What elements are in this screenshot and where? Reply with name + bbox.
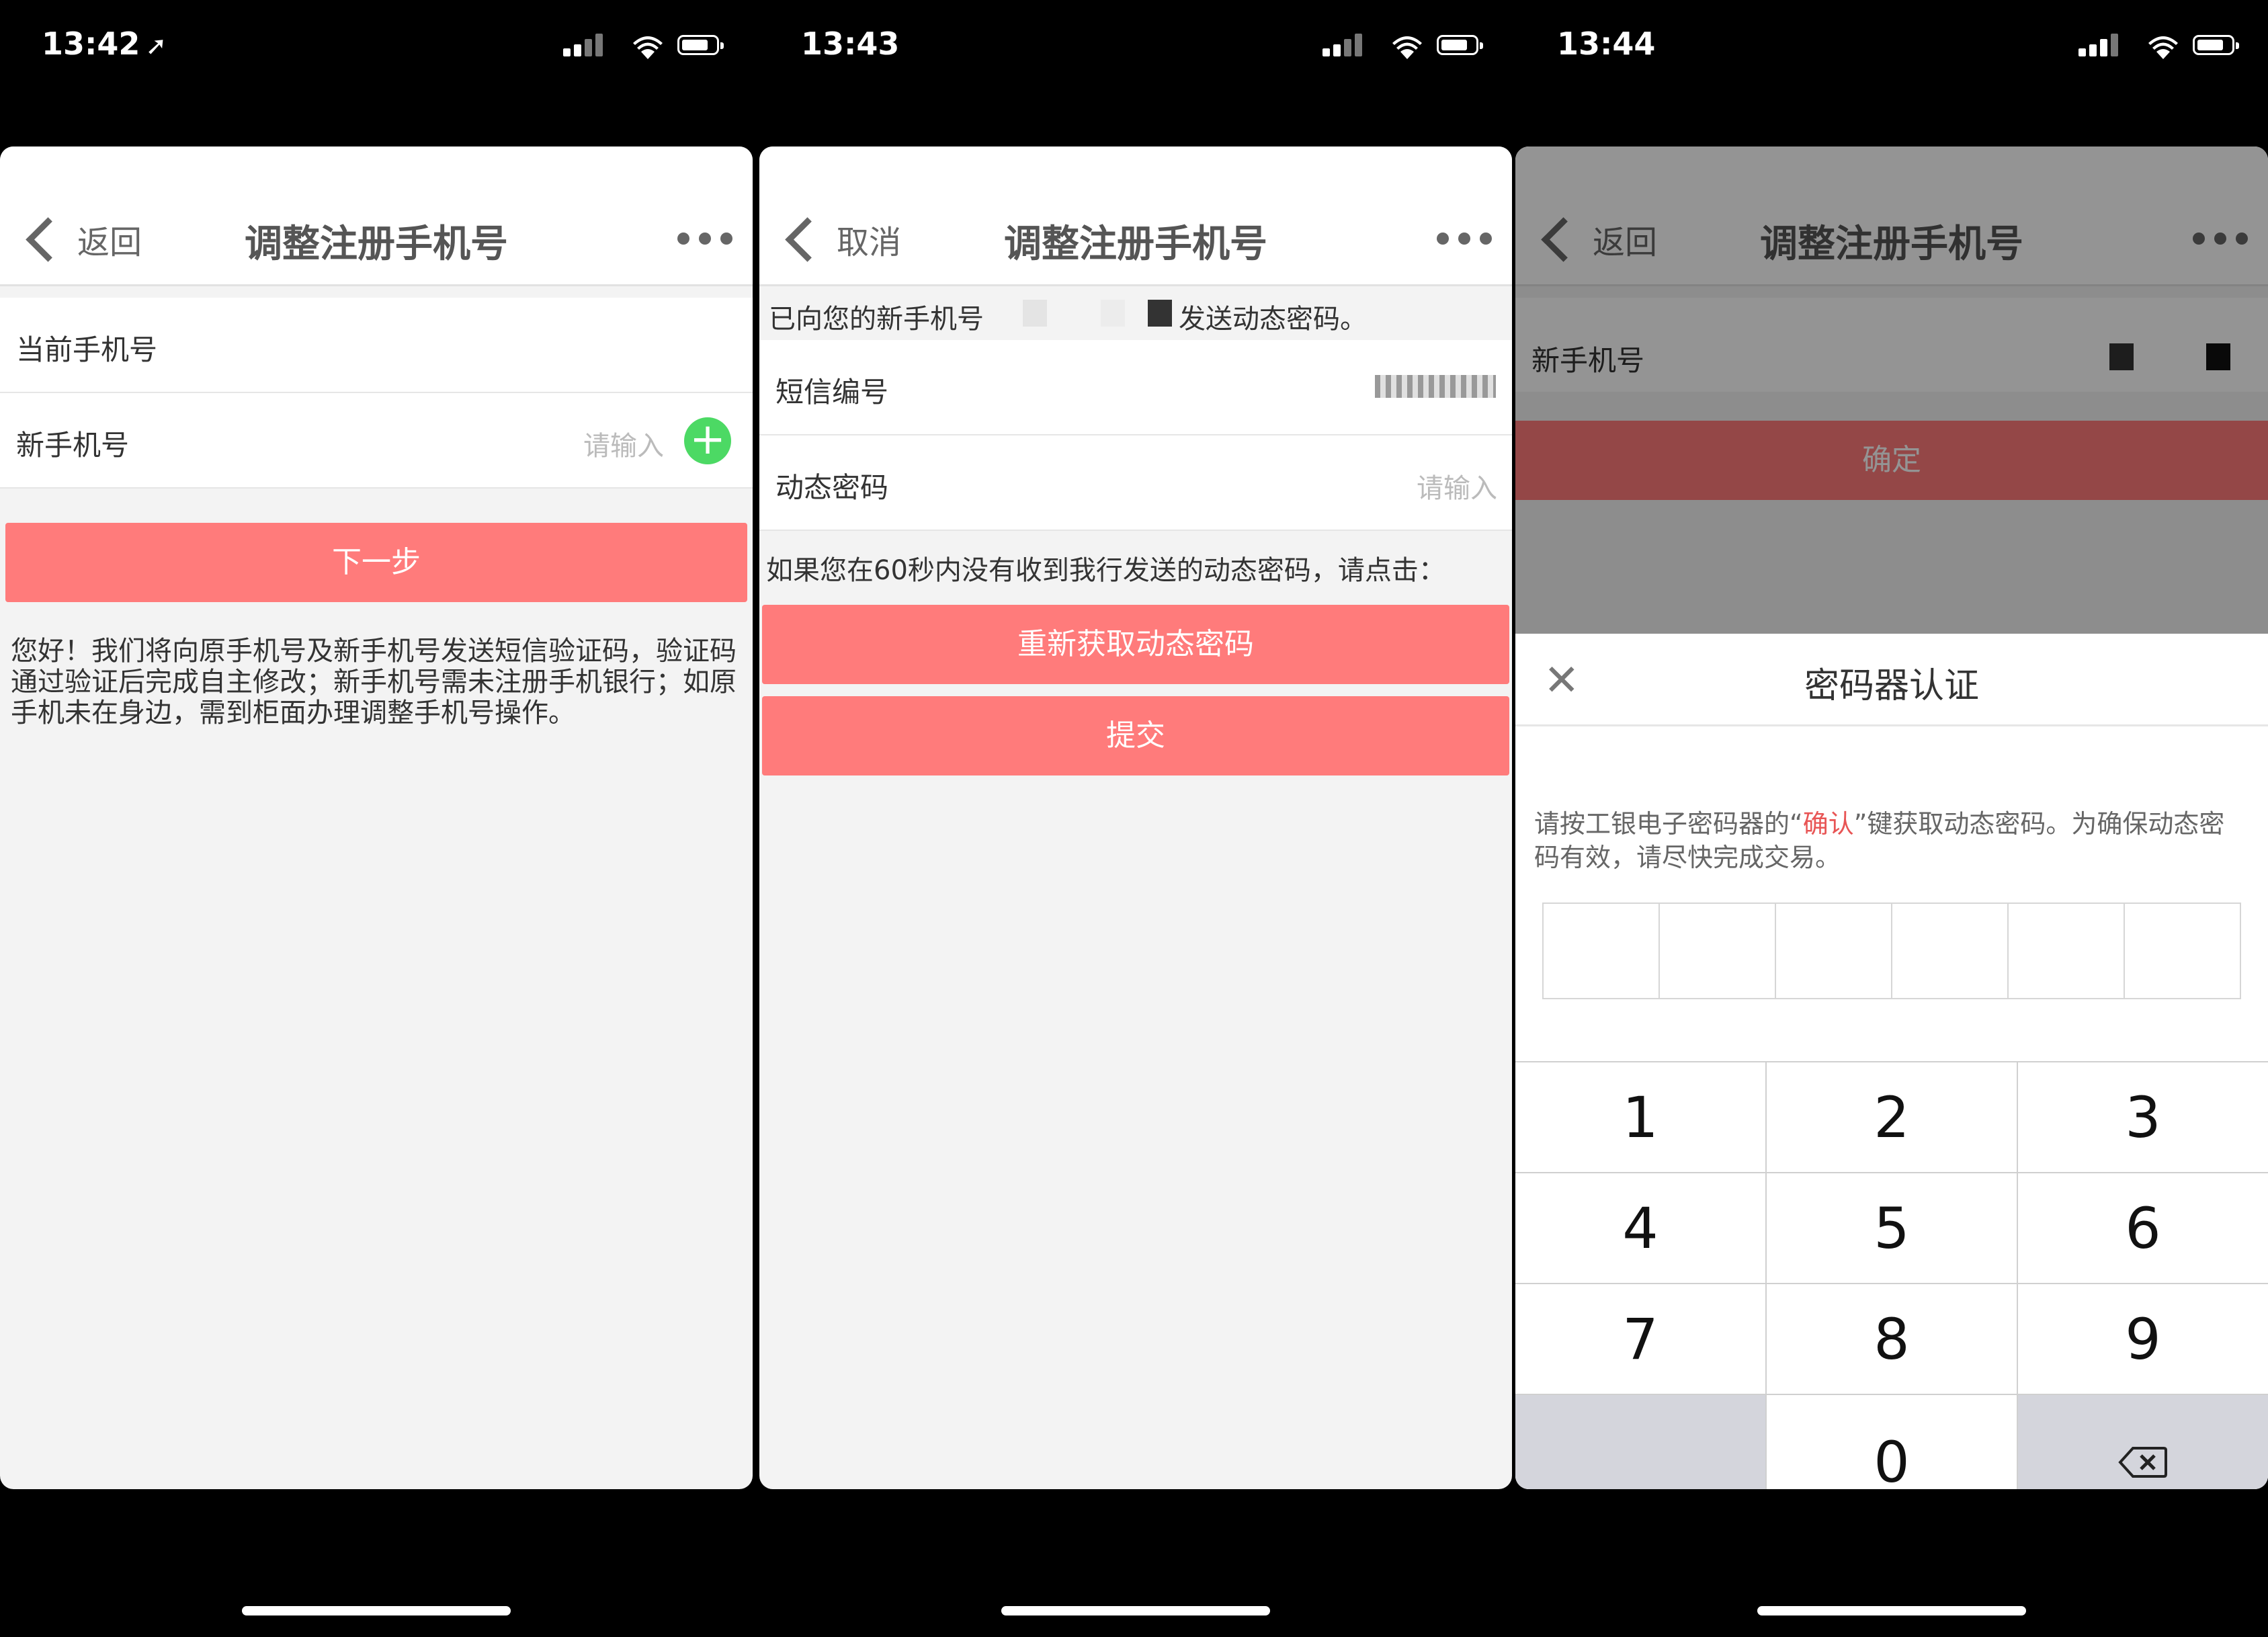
status-bar: 13:44: [1515, 0, 2268, 94]
otp-box[interactable]: [2009, 904, 2125, 998]
sms-number-row: 短信编号: [759, 340, 1512, 435]
nav-bar: 返回 调整注册手机号: [0, 146, 753, 286]
masked-digit: [1023, 300, 1047, 327]
new-phone-input[interactable]: 请输入: [583, 424, 664, 463]
more-icon[interactable]: [677, 233, 732, 245]
backspace-key[interactable]: [2018, 1395, 2268, 1489]
new-phone-row: 新手机号 请输入 +: [0, 393, 753, 489]
otp-label: 动态密码: [775, 471, 889, 504]
masked-digit: [1148, 300, 1172, 327]
screen-3: 13:44 返回 调整注册手机号 新手机号 确定 ✕ 密码器认证 请按工银电子密…: [1515, 0, 2268, 1637]
location-arrow-icon: ➚: [145, 31, 167, 60]
status-time: 13:44: [1557, 26, 1656, 62]
contact-plus-icon[interactable]: +: [684, 417, 731, 464]
key-4[interactable]: 4: [1515, 1173, 1767, 1283]
otp-row: 动态密码 请输入: [759, 435, 1512, 531]
notice-text: 您好！我们将向原手机号及新手机号发送短信验证码，验证码通过验证后完成自主修改；新…: [11, 636, 737, 728]
key-3[interactable]: 3: [2018, 1062, 2268, 1172]
status-bar: 13:43: [759, 0, 1512, 94]
sms-number-masked: [1375, 375, 1496, 398]
key-1[interactable]: 1: [1515, 1062, 1767, 1172]
key-0[interactable]: 0: [1767, 1395, 2018, 1489]
otp-box[interactable]: [1544, 904, 1660, 998]
sent-info-prefix: 已向您的新手机号: [769, 304, 984, 335]
signal-icon: [2078, 32, 2128, 59]
otp-box[interactable]: [2125, 904, 2240, 998]
dim-overlay: [1515, 146, 2268, 634]
status-bar: 13:42 ➚: [0, 0, 753, 94]
sms-number-label: 短信编号: [775, 376, 889, 409]
token-auth-sheet: ✕ 密码器认证 请按工银电子密码器的“确认”键获取动态密码。为确保动态密码有效，…: [1515, 634, 2268, 1489]
current-phone-label: 当前手机号: [16, 333, 158, 366]
key-9[interactable]: 9: [2018, 1284, 2268, 1394]
sent-info-suffix: 发送动态密码。: [1179, 304, 1367, 335]
nav-bar: 取消 调整注册手机号: [759, 146, 1512, 286]
battery-icon: [677, 35, 724, 55]
key-6[interactable]: 6: [2018, 1173, 2268, 1283]
screen-2: 13:43 取消 调整注册手机号 已向您的新手机号 发送动态密码。 短信编号 动…: [759, 0, 1512, 1637]
key-8[interactable]: 8: [1767, 1284, 2018, 1394]
sheet-title: 密码器认证: [1804, 666, 1979, 706]
key-7[interactable]: 7: [1515, 1284, 1767, 1394]
resend-hint: 如果您在60秒内没有收到我行发送的动态密码，请点击：: [766, 555, 1445, 586]
page-title: 调整注册手机号: [245, 222, 508, 266]
otp-box[interactable]: [1776, 904, 1892, 998]
key-blank: [1515, 1395, 1767, 1489]
new-phone-label: 新手机号: [16, 429, 130, 462]
otp-boxes[interactable]: [1542, 903, 2241, 999]
status-time: 13:42: [42, 26, 140, 62]
home-indicator: [242, 1606, 511, 1615]
resend-otp-button[interactable]: 重新获取动态密码: [762, 605, 1509, 684]
otp-box[interactable]: [1660, 904, 1776, 998]
home-indicator: [1001, 1606, 1270, 1615]
wifi-icon: [1392, 36, 1422, 59]
status-time: 13:43: [801, 26, 900, 62]
signal-icon: [563, 32, 613, 59]
sent-info: 已向您的新手机号 发送动态密码。: [759, 286, 1512, 336]
wifi-icon: [633, 36, 663, 59]
wifi-icon: [2148, 36, 2178, 59]
screen-1: 13:42 ➚ 返回 调整注册手机号 当前手机号 新手机号 请输入 + 下一步 您…: [0, 0, 753, 1637]
page-title: 调整注册手机号: [1004, 222, 1267, 266]
battery-icon: [1437, 35, 1483, 55]
next-step-button[interactable]: 下一步: [5, 523, 747, 602]
signal-icon: [1322, 32, 1372, 59]
otp-box[interactable]: [1892, 904, 2009, 998]
current-phone-row: 当前手机号: [0, 298, 753, 393]
home-indicator: [1757, 1606, 2026, 1615]
key-5[interactable]: 5: [1767, 1173, 2018, 1283]
masked-digit: [1101, 300, 1125, 327]
backspace-icon: [2118, 1447, 2167, 1478]
more-icon[interactable]: [1437, 233, 1492, 245]
battery-icon: [2193, 35, 2239, 55]
key-2[interactable]: 2: [1767, 1062, 2018, 1172]
confirm-highlight: 确认: [1802, 809, 1854, 839]
token-instructions: 请按工银电子密码器的“确认”键获取动态密码。为确保动态密码有效，请尽快完成交易。: [1534, 809, 2225, 872]
otp-input[interactable]: 请输入: [1417, 466, 1497, 505]
submit-button[interactable]: 提交: [762, 696, 1509, 775]
numeric-keypad: 1 2 3 4 5 6 7 8 9 0: [1515, 1061, 2268, 1489]
